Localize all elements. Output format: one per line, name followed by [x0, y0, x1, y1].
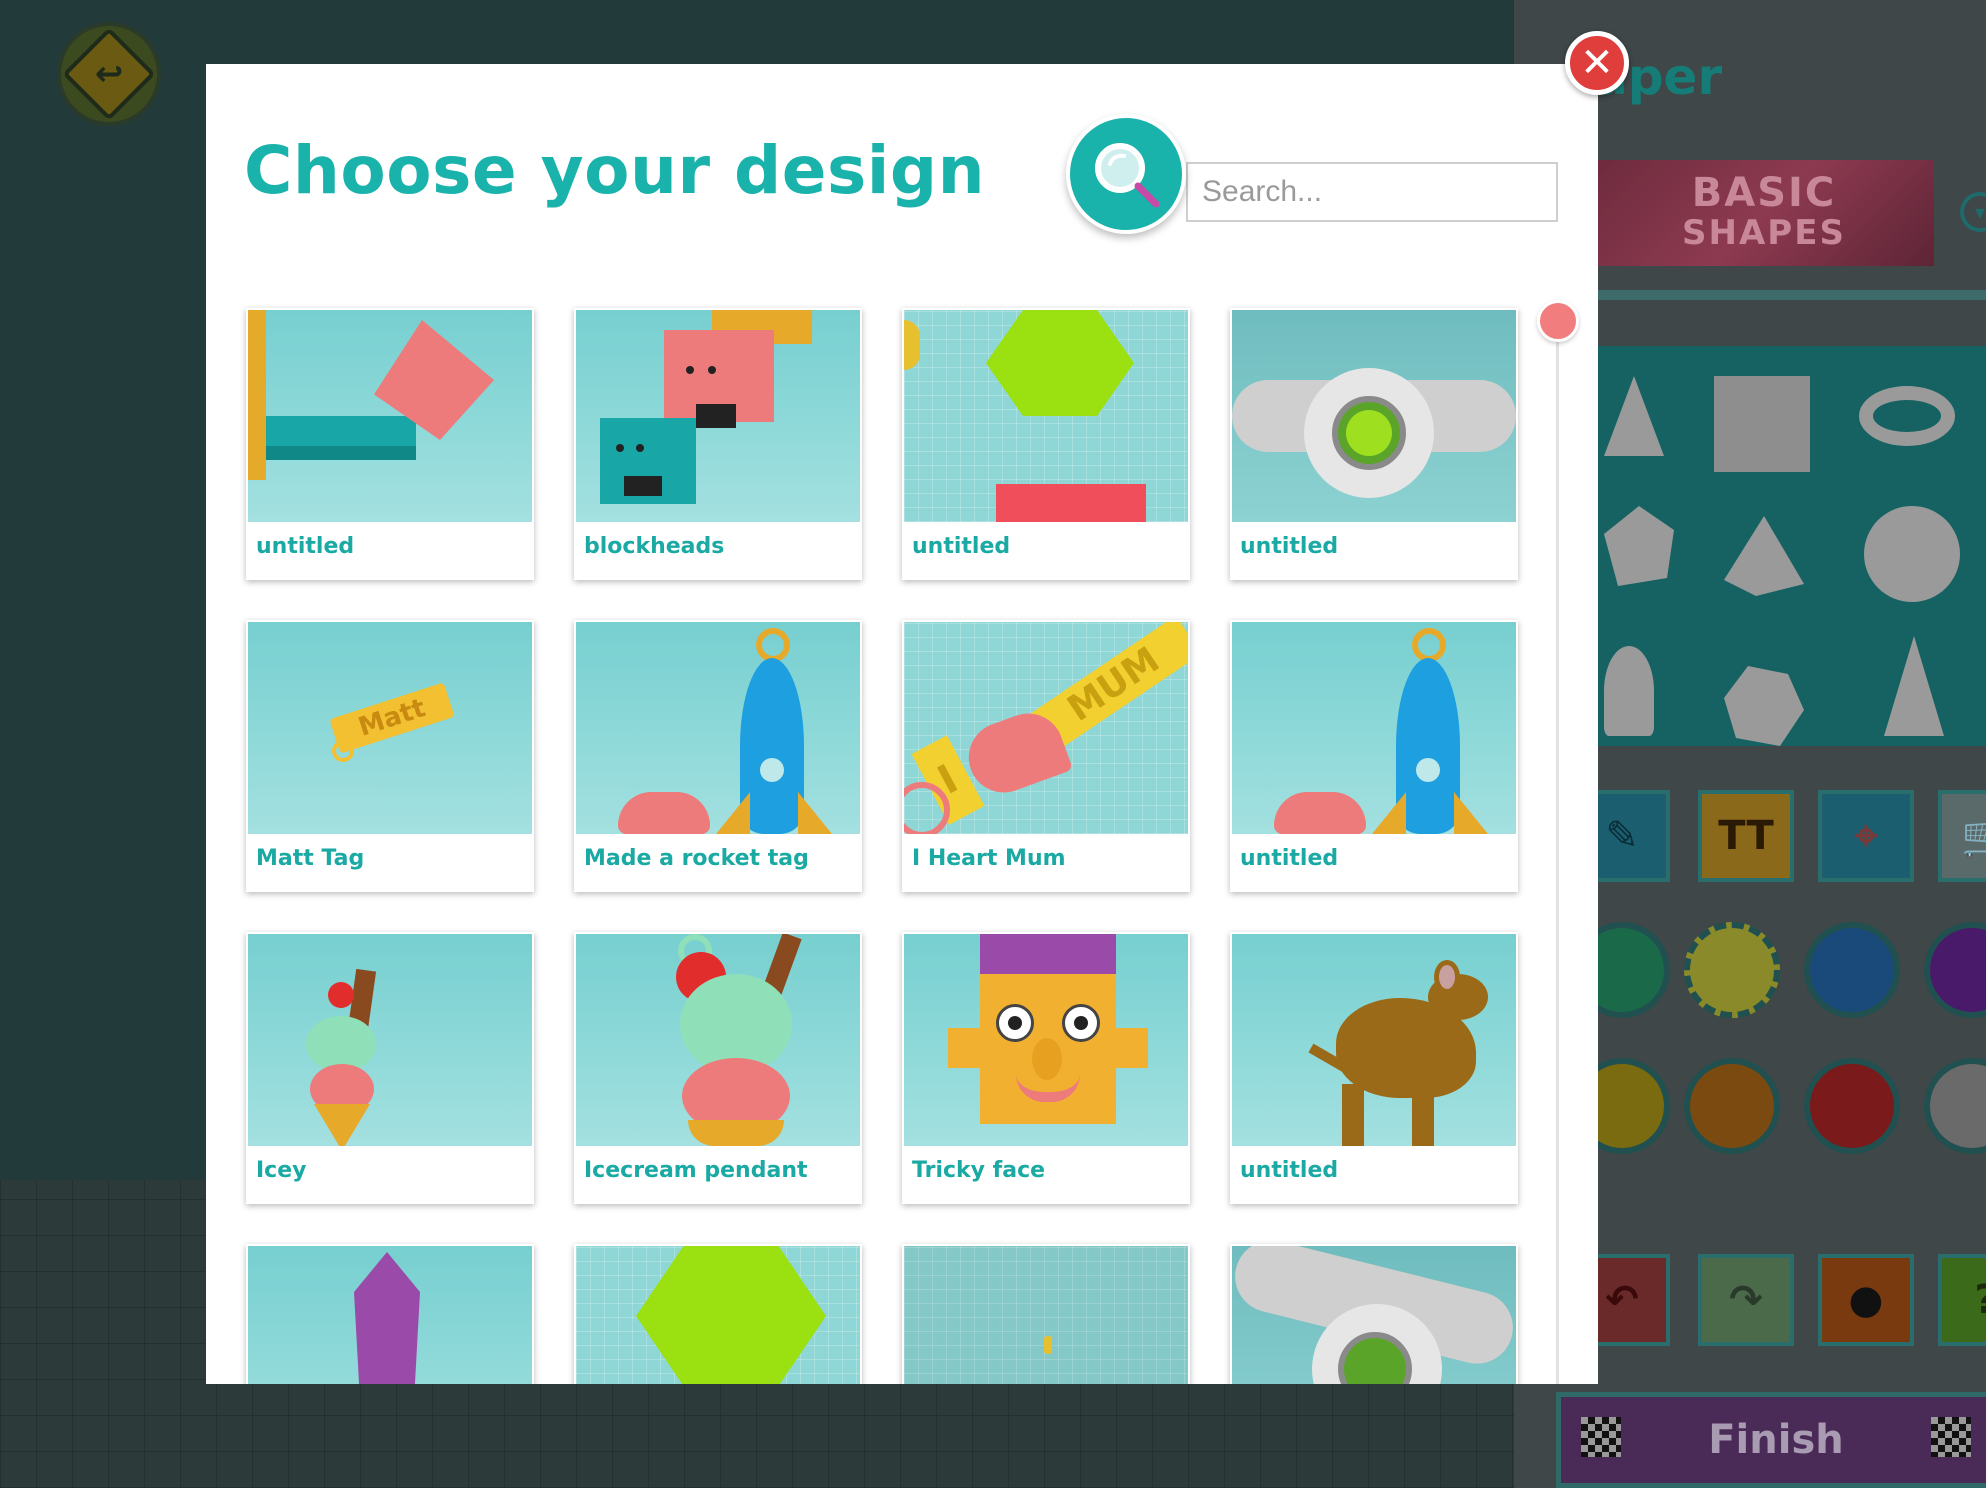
- search-button[interactable]: [1066, 114, 1186, 234]
- color-yellow[interactable]: [1684, 922, 1780, 1018]
- design-card[interactable]: [902, 1244, 1190, 1384]
- design-card[interactable]: Tricky face: [902, 932, 1190, 1204]
- design-card[interactable]: blockheads: [574, 308, 862, 580]
- close-icon: ✕: [1580, 40, 1614, 86]
- design-name: Made a rocket tag: [584, 846, 809, 871]
- tool-row: ✎ TT ⌖ 🛒: [1574, 790, 1986, 886]
- design-thumbnail: [576, 1246, 860, 1384]
- design-card[interactable]: [246, 1244, 534, 1384]
- rocket-tool-button[interactable]: ⌖: [1818, 790, 1914, 882]
- cart-tool-button[interactable]: 🛒: [1938, 790, 1986, 882]
- scrollbar-track[interactable]: [1556, 320, 1559, 1384]
- shape-palette: [1594, 346, 1986, 746]
- design-thumbnail: [248, 310, 532, 522]
- design-thumbnail: [1232, 1246, 1516, 1384]
- sphere-shape-icon[interactable]: [1864, 506, 1960, 602]
- search-input[interactable]: [1186, 162, 1558, 222]
- design-thumbnail: [904, 310, 1188, 522]
- choose-design-modal: Choose your design untitled: [206, 64, 1598, 1384]
- polyhedron-shape-icon[interactable]: [1724, 666, 1804, 746]
- design-card[interactable]: untitled: [902, 308, 1190, 580]
- color-purple[interactable]: [1924, 922, 1986, 1018]
- design-thumbnail: [1232, 310, 1516, 522]
- tall-cone-shape-icon[interactable]: [1884, 636, 1944, 736]
- design-card[interactable]: Icecream pendant: [574, 932, 862, 1204]
- design-card[interactable]: Icey: [246, 932, 534, 1204]
- bomb-button[interactable]: ●: [1818, 1254, 1914, 1346]
- design-thumbnail: [904, 934, 1188, 1146]
- banner-line-1: BASIC: [1691, 170, 1837, 216]
- dodecahedron-shape-icon[interactable]: [1604, 506, 1674, 586]
- search-bar: [1066, 114, 1566, 244]
- cone-shape-icon[interactable]: [1604, 376, 1664, 456]
- design-card[interactable]: [1230, 1244, 1518, 1384]
- design-thumbnail: [576, 934, 860, 1146]
- checkered-flag-icon: [1931, 1417, 1971, 1457]
- help-button[interactable]: ?: [1938, 1254, 1986, 1346]
- chevron-down-icon[interactable]: ▾: [1960, 192, 1986, 232]
- pawn-shape-icon[interactable]: [1604, 646, 1654, 736]
- design-name: blockheads: [584, 534, 725, 559]
- design-name: untitled: [912, 534, 1011, 559]
- design-thumbnail: Matt: [248, 622, 532, 834]
- finish-button[interactable]: Finish: [1556, 1392, 1986, 1488]
- design-name: Icey: [256, 1158, 307, 1183]
- checkered-flag-icon: [1581, 1417, 1621, 1457]
- search-icon: [1095, 143, 1160, 208]
- redo-button[interactable]: ↷: [1698, 1254, 1794, 1346]
- color-white[interactable]: [1924, 1058, 1986, 1154]
- design-card[interactable]: untitled: [1230, 620, 1518, 892]
- color-blue[interactable]: [1804, 922, 1900, 1018]
- design-thumbnail: [904, 1246, 1188, 1384]
- design-name: Matt Tag: [256, 846, 365, 871]
- banner-line-2: SHAPES: [1682, 213, 1846, 253]
- torus-shape-icon[interactable]: [1859, 386, 1955, 446]
- design-name: untitled: [256, 534, 355, 559]
- design-thumbnail: [1232, 622, 1516, 834]
- design-card[interactable]: untitled: [246, 308, 534, 580]
- design-thumbnail: [1232, 934, 1516, 1146]
- text-tool-button[interactable]: TT: [1698, 790, 1794, 882]
- action-row: ↶ ↷ ● ?: [1574, 1254, 1986, 1350]
- design-card[interactable]: Matt Matt Tag: [246, 620, 534, 892]
- design-name: untitled: [1240, 534, 1339, 559]
- design-name: I Heart Mum: [912, 846, 1066, 871]
- modal-title: Choose your design: [244, 132, 986, 209]
- design-card[interactable]: Made a rocket tag: [574, 620, 862, 892]
- close-button[interactable]: ✕: [1565, 31, 1629, 95]
- shape-category-banner[interactable]: BASIC SHAPES: [1594, 160, 1934, 266]
- color-orange[interactable]: [1684, 1058, 1780, 1154]
- design-thumbnail: [576, 622, 860, 834]
- design-card[interactable]: [574, 1244, 862, 1384]
- cube-shape-icon[interactable]: [1714, 376, 1810, 472]
- design-thumbnail: MUM I: [904, 622, 1188, 834]
- design-name: untitled: [1240, 846, 1339, 871]
- design-name: untitled: [1240, 1158, 1339, 1183]
- finish-label: Finish: [1708, 1417, 1844, 1463]
- design-card[interactable]: untitled: [1230, 308, 1518, 580]
- back-button[interactable]: ↩: [57, 22, 161, 126]
- design-thumbnail: [248, 934, 532, 1146]
- design-card[interactable]: MUM I I Heart Mum: [902, 620, 1190, 892]
- design-thumbnail: [248, 1246, 532, 1384]
- back-arrow-icon: ↩: [62, 27, 156, 121]
- pyramid-shape-icon[interactable]: [1724, 516, 1804, 596]
- scrollbar-thumb[interactable]: [1537, 300, 1579, 342]
- design-name: Tricky face: [912, 1158, 1046, 1183]
- design-thumbnail: [576, 310, 860, 522]
- design-name: Icecream pendant: [584, 1158, 808, 1183]
- side-divider: [1594, 290, 1986, 300]
- design-card[interactable]: untitled: [1230, 932, 1518, 1204]
- color-red[interactable]: [1804, 1058, 1900, 1154]
